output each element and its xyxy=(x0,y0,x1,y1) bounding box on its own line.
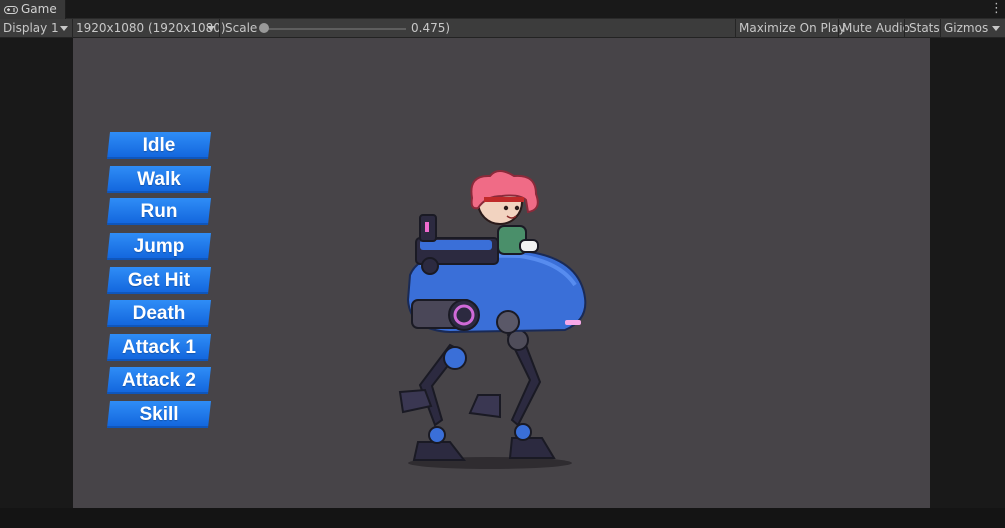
get-hit-button[interactable]: Get Hit xyxy=(107,267,211,294)
chevron-down-icon xyxy=(60,26,68,31)
character-mech-sprite xyxy=(398,170,587,469)
toolbar-divider xyxy=(904,19,905,38)
mute-audio-toggle[interactable]: Mute Audio xyxy=(842,19,910,38)
more-options-icon[interactable]: ⋮ xyxy=(990,2,1003,15)
chevron-down-icon xyxy=(207,26,215,31)
toolbar-divider xyxy=(940,19,941,38)
death-button[interactable]: Death xyxy=(107,300,211,327)
scale-label: Scale xyxy=(225,21,258,35)
toolbar-divider xyxy=(219,19,220,38)
jump-button[interactable]: Jump xyxy=(107,233,211,260)
scale-slider[interactable] xyxy=(264,28,406,30)
attack-1-button[interactable]: Attack 1 xyxy=(107,334,211,361)
walk-button[interactable]: Walk xyxy=(107,166,211,193)
idle-button[interactable]: Idle xyxy=(107,132,211,159)
tab-game[interactable]: Game xyxy=(0,0,66,19)
game-view-toolbar: Display 1 1920x1080 (1920x1080) Scale 0.… xyxy=(0,19,1005,38)
gizmos-dropdown-label: Gizmos xyxy=(944,21,989,35)
stats-toggle[interactable]: Stats xyxy=(909,19,940,38)
gizmos-dropdown[interactable]: Gizmos xyxy=(944,19,1005,38)
gamepad-icon xyxy=(4,5,18,14)
maximize-on-play-toggle[interactable]: Maximize On Play xyxy=(739,19,846,38)
toolbar-divider xyxy=(838,19,839,38)
display-dropdown-label: Display 1 xyxy=(3,21,59,35)
resolution-dropdown-label: 1920x1080 (1920x1080) xyxy=(76,21,226,35)
skill-button[interactable]: Skill xyxy=(107,401,211,428)
scale-slider-thumb[interactable] xyxy=(259,23,269,33)
resolution-dropdown[interactable]: 1920x1080 (1920x1080) xyxy=(73,19,226,38)
run-button[interactable]: Run xyxy=(107,198,211,225)
display-dropdown[interactable]: Display 1 xyxy=(0,19,72,38)
window-tab-bar: Game ⋮ xyxy=(0,0,1005,19)
scale-value: 0.475) xyxy=(411,21,451,35)
chevron-down-icon xyxy=(992,26,1000,31)
toolbar-divider xyxy=(735,19,736,38)
bottom-bar xyxy=(0,508,1005,528)
mech-front-leg xyxy=(398,343,467,461)
attack-2-button[interactable]: Attack 2 xyxy=(107,367,211,394)
tab-game-label: Game xyxy=(21,2,57,16)
